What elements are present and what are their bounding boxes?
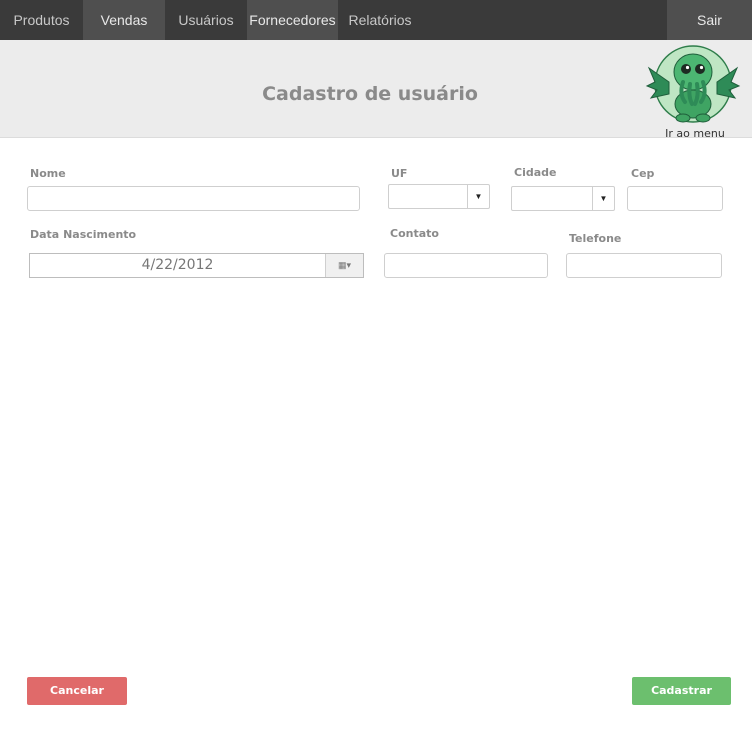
nome-input[interactable] [27, 186, 360, 211]
chevron-down-icon: ▼ [592, 187, 614, 210]
nome-label: Nome [30, 167, 66, 180]
go-to-menu-link[interactable]: Ir ao menu [642, 42, 742, 140]
uf-label: UF [391, 167, 408, 180]
nav-item-produtos[interactable]: Produtos [0, 0, 83, 40]
data-nascimento-label: Data Nascimento [30, 228, 137, 241]
nav-item-usuarios[interactable]: Usuários [165, 0, 247, 40]
cep-input[interactable] [627, 186, 723, 211]
page-header: Cadastro de usuário Ir ao menu [0, 40, 752, 140]
cidade-select[interactable]: ▼ [511, 186, 615, 211]
nav-item-relatorios[interactable]: Relatórios [338, 0, 422, 40]
logout-button[interactable]: Sair [667, 0, 752, 40]
contato-input[interactable] [384, 253, 548, 278]
cancel-button[interactable]: Cancelar [27, 677, 127, 705]
uf-select[interactable]: ▼ [388, 184, 490, 209]
nav-item-fornecedores[interactable]: Fornecedores [247, 0, 338, 40]
nav-item-vendas[interactable]: Vendas [83, 0, 165, 40]
submit-button[interactable]: Cadastrar [632, 677, 731, 705]
cidade-label: Cidade [514, 166, 557, 179]
data-nascimento-datepicker[interactable]: 4/22/2012 ▦▾ [29, 253, 364, 278]
contato-label: Contato [390, 227, 439, 240]
top-navbar: Produtos Vendas Usuários Fornecedores Re… [0, 0, 752, 40]
cthulhu-mascot-icon [645, 45, 741, 123]
cep-label: Cep [631, 167, 655, 180]
go-to-menu-label: Ir ao menu [665, 127, 725, 140]
chevron-down-icon: ▼ [467, 185, 489, 208]
telefone-label: Telefone [569, 232, 622, 245]
telefone-input[interactable] [566, 253, 722, 278]
page-title: Cadastro de usuário [262, 83, 478, 105]
calendar-icon[interactable]: ▦▾ [325, 254, 363, 277]
data-nascimento-value[interactable]: 4/22/2012 [30, 254, 325, 277]
